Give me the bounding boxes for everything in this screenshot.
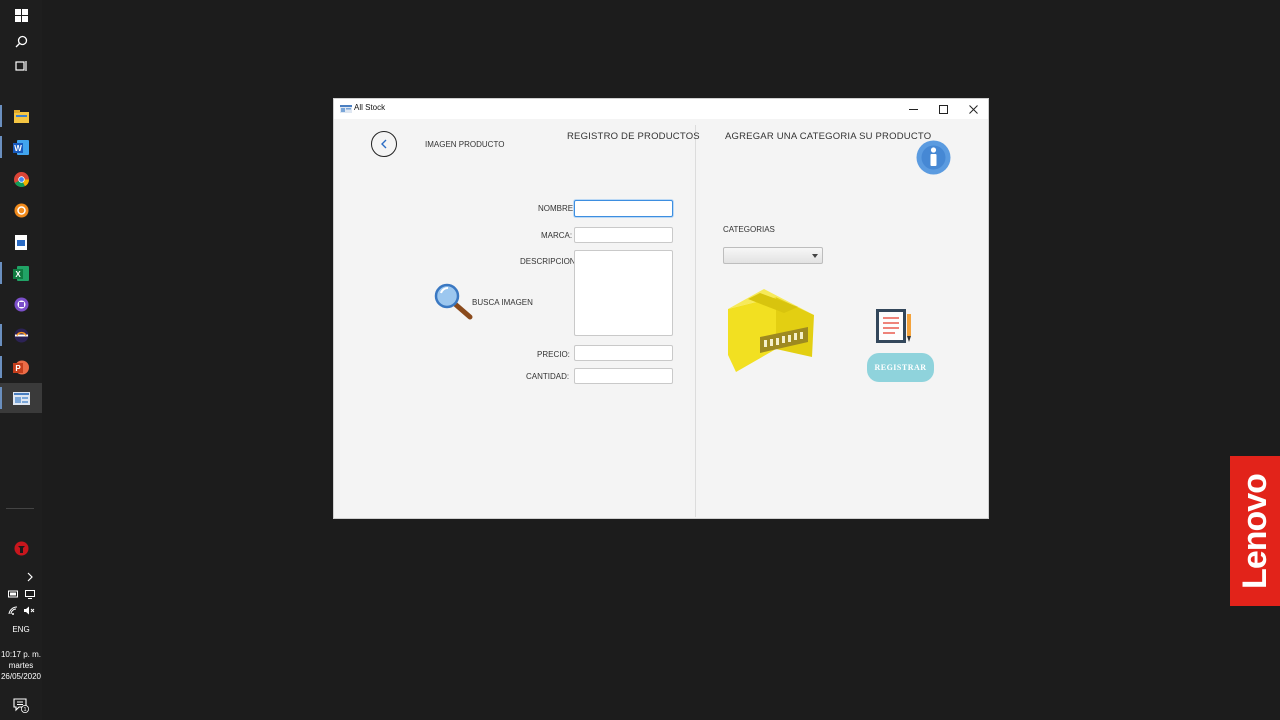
taskbar: W X P ENG 10:17 p. m. martes 26/05/2020 … [0, 0, 42, 720]
precio-label: PRECIO: [537, 350, 570, 359]
page-title: REGISTRO DE PRODUCTOS [567, 131, 700, 142]
descripcion-label: DESCRIPCION: [520, 257, 578, 266]
chevron-left-icon [381, 139, 387, 149]
marca-label: MARCA: [541, 231, 573, 240]
notes-pencil-icon [876, 309, 911, 343]
task-view-button[interactable] [0, 51, 42, 81]
task-view-icon [14, 61, 27, 71]
taskbar-app-document[interactable] [0, 227, 42, 257]
keyboard-icon[interactable] [24, 589, 35, 599]
magnifier-icon[interactable] [434, 283, 474, 321]
taskbar-app-powerpoint[interactable]: P [0, 352, 42, 382]
windows-logo-icon [14, 8, 28, 22]
categories-label: CATEGORIAS [723, 225, 775, 234]
taskbar-app-all-stock[interactable] [0, 383, 42, 413]
clock-date[interactable]: 26/05/2020 [0, 671, 42, 682]
category-select[interactable] [723, 247, 823, 264]
svg-text:X: X [15, 270, 21, 279]
marca-input[interactable] [574, 227, 673, 243]
clock-time[interactable]: 10:17 p. m. [0, 649, 42, 660]
title-bar[interactable]: All Stock [334, 99, 988, 119]
taskbar-app-orange[interactable] [0, 195, 42, 225]
battery-icon[interactable] [7, 590, 19, 598]
folder-icon [13, 109, 29, 123]
taskbar-app-chrome[interactable] [0, 164, 42, 194]
notifications-icon: 1 [13, 698, 29, 713]
taskbar-app-excel[interactable]: X [0, 258, 42, 288]
lenovo-logo: Lenovo [1230, 456, 1280, 606]
back-button[interactable] [371, 131, 397, 157]
taskbar-app-file-explorer[interactable] [0, 101, 42, 131]
taskbar-app-word[interactable]: W [0, 132, 42, 162]
document-icon [15, 234, 27, 250]
taskbar-app-purple[interactable] [0, 289, 42, 319]
minimize-icon [908, 108, 918, 110]
nombre-input[interactable] [574, 200, 673, 217]
category-panel-title: AGREGAR UNA CATEGORIA SU PRODUCTO [725, 131, 932, 142]
svg-text:W: W [14, 144, 22, 153]
precio-input[interactable] [574, 345, 673, 361]
descripcion-textarea[interactable] [574, 250, 673, 336]
eclipse-icon [14, 328, 28, 342]
registrar-button[interactable]: REGISTRAR [867, 353, 934, 382]
app-icon [340, 105, 352, 113]
notification-count: 1 [23, 707, 26, 713]
taskbar-app-eclipse[interactable] [0, 320, 42, 350]
orange-app-icon [14, 203, 28, 217]
image-product-label: IMAGEN PRODUCTO [425, 140, 505, 149]
search-icon [15, 35, 27, 47]
tray-row-2 [0, 602, 42, 618]
volume-muted-icon[interactable] [23, 606, 35, 615]
nombre-label: NOMBRE: [538, 204, 576, 213]
action-center-button[interactable]: 1 [0, 690, 42, 720]
maximize-button[interactable] [928, 99, 958, 119]
close-button[interactable] [958, 99, 988, 119]
taskbar-separator [6, 508, 34, 509]
excel-icon: X [13, 265, 29, 281]
cantidad-input[interactable] [574, 368, 673, 384]
cantidad-label: CANTIDAD: [526, 372, 570, 381]
app-window: All Stock IMAGEN PRODUCTO REGISTRO DE PR… [333, 98, 989, 519]
antivirus-icon [14, 541, 28, 555]
wifi-icon[interactable] [8, 605, 18, 615]
product-box-icon [728, 289, 814, 372]
clock-day[interactable]: martes [0, 660, 42, 671]
chrome-icon [13, 171, 29, 187]
minimize-button[interactable] [898, 99, 928, 119]
window-title: All Stock [354, 103, 386, 112]
dropdown-arrow-icon [812, 254, 818, 258]
tray-row-1 [0, 586, 42, 602]
close-icon [968, 104, 978, 114]
word-icon: W [13, 139, 29, 155]
svg-text:P: P [15, 364, 21, 373]
panel-divider [695, 125, 696, 517]
language-indicator[interactable]: ENG [0, 624, 42, 635]
info-icon[interactable] [915, 140, 952, 175]
purple-app-icon [14, 297, 28, 311]
lenovo-logo-text: Lenovo [1235, 473, 1274, 589]
all-stock-app-icon [12, 391, 30, 405]
search-image-label[interactable]: BUSCA IMAGEN [472, 298, 533, 307]
powerpoint-icon: P [13, 360, 29, 374]
maximize-icon [938, 104, 948, 114]
chevron-right-icon [27, 572, 33, 582]
tray-antivirus-button[interactable] [0, 533, 42, 563]
